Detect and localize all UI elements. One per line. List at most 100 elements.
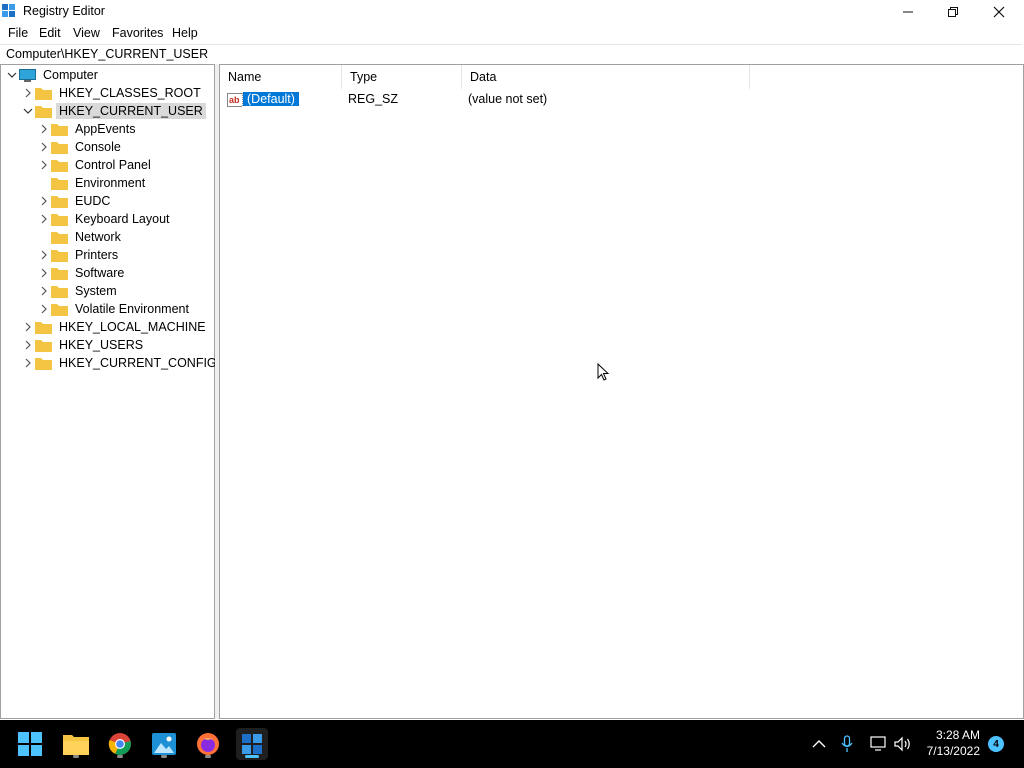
value-type: REG_SZ <box>348 92 399 106</box>
restore-icon <box>948 7 958 17</box>
tree-item-label: HKEY_CURRENT_USER <box>56 103 206 119</box>
value-name[interactable]: (Default) <box>242 91 300 107</box>
tree-connector <box>37 174 51 192</box>
photos-icon <box>152 733 176 755</box>
values-list-pane[interactable]: Name Type Data ab (Default) REG_SZ (valu… <box>219 64 1024 719</box>
chevron-right-icon[interactable] <box>37 300 51 318</box>
start-button[interactable] <box>14 728 46 760</box>
tree-item-label: Control Panel <box>75 158 151 172</box>
folder-icon <box>51 177 68 190</box>
volume-button[interactable] <box>892 720 914 768</box>
tree-item-computer[interactable]: Computer <box>5 66 101 84</box>
tree-item-hkey-users[interactable]: HKEY_USERS <box>21 336 146 354</box>
chevron-down-icon[interactable] <box>5 66 19 84</box>
tree-item-software[interactable]: Software <box>37 264 127 282</box>
chevron-right-icon[interactable] <box>37 210 51 228</box>
menu-bar: File Edit View Favorites Help <box>0 24 1024 44</box>
running-indicator <box>73 755 79 758</box>
tree-item-network[interactable]: Network <box>37 228 124 246</box>
clock[interactable]: 3:28 AM 7/13/2022 <box>927 727 980 759</box>
menu-favorites[interactable]: Favorites <box>112 26 163 40</box>
notification-badge[interactable]: 4 <box>988 736 1004 752</box>
tree-item-hkey-local-machine[interactable]: HKEY_LOCAL_MACHINE <box>21 318 209 336</box>
tree-item-label: Keyboard Layout <box>75 212 170 226</box>
folder-icon <box>51 285 68 298</box>
chevron-right-icon[interactable] <box>21 84 35 102</box>
close-icon <box>993 6 1005 18</box>
folder-icon <box>35 357 52 370</box>
folder-icon <box>51 231 68 244</box>
folder-icon <box>51 195 68 208</box>
running-indicator <box>205 755 211 758</box>
minimize-button[interactable] <box>885 0 931 24</box>
taskbar-chrome[interactable] <box>104 728 136 760</box>
chevron-down-icon[interactable] <box>21 102 35 120</box>
menu-file[interactable]: File <box>8 26 28 40</box>
tree-pane[interactable]: Computer HKEY_CLASSES_ROOT HKEY_CURRENT_… <box>0 64 217 719</box>
address-path[interactable]: Computer\HKEY_CURRENT_USER <box>6 47 208 61</box>
tree-item-hkey-current-user[interactable]: HKEY_CURRENT_USER <box>21 102 206 120</box>
window-title: Registry Editor <box>23 4 105 18</box>
menu-view[interactable]: View <box>73 26 100 40</box>
tree-item-eudc[interactable]: EUDC <box>37 192 113 210</box>
menu-edit[interactable]: Edit <box>39 26 61 40</box>
chevron-right-icon[interactable] <box>21 354 35 372</box>
restore-button[interactable] <box>930 0 976 24</box>
tree-connector <box>37 228 51 246</box>
show-hidden-icons-button[interactable] <box>808 720 830 768</box>
value-data: (value not set) <box>468 92 548 106</box>
tree-item-label: EUDC <box>75 194 111 208</box>
taskbar-file-explorer[interactable] <box>60 728 92 760</box>
active-indicator <box>245 755 259 758</box>
address-bar[interactable]: Computer\HKEY_CURRENT_USER <box>0 44 1022 65</box>
menu-help[interactable]: Help <box>172 26 198 40</box>
tree-item-system[interactable]: System <box>37 282 120 300</box>
title-bar: Registry Editor <box>0 0 1024 24</box>
list-item[interactable]: ab (Default) REG_SZ (value not set) <box>220 91 1020 109</box>
chevron-right-icon[interactable] <box>21 318 35 336</box>
folder-icon <box>35 105 52 118</box>
chevron-right-icon[interactable] <box>37 192 51 210</box>
clock-time: 3:28 AM <box>935 728 980 742</box>
network-button[interactable] <box>868 720 890 768</box>
chevron-right-icon[interactable] <box>37 156 51 174</box>
windows-start-icon <box>18 732 42 756</box>
chevron-right-icon[interactable] <box>37 264 51 282</box>
tree-item-hkey-classes-root[interactable]: HKEY_CLASSES_ROOT <box>21 84 204 102</box>
tree-item-label: Environment <box>75 176 146 190</box>
chevron-right-icon[interactable] <box>21 336 35 354</box>
folder-icon <box>35 321 52 334</box>
tree-item-control-panel[interactable]: Control Panel <box>37 156 154 174</box>
tree-item-label: Volatile Environment <box>75 302 189 316</box>
column-header-data[interactable]: Data <box>462 65 750 89</box>
tree-item-hkey-current-config[interactable]: HKEY_CURRENT_CONFIG <box>21 354 220 372</box>
computer-icon <box>19 68 36 82</box>
folder-icon <box>51 159 68 172</box>
chevron-right-icon[interactable] <box>37 138 51 156</box>
tree-item-keyboard-layout[interactable]: Keyboard Layout <box>37 210 173 228</box>
tree-item-appevents[interactable]: AppEvents <box>37 120 138 138</box>
chevron-right-icon[interactable] <box>37 120 51 138</box>
clock-date: 7/13/2022 <box>926 744 980 758</box>
chevron-right-icon[interactable] <box>37 282 51 300</box>
string-value-icon: ab <box>227 93 243 107</box>
close-button[interactable] <box>976 0 1022 24</box>
folder-icon <box>51 249 68 262</box>
tree-item-label: Console <box>75 140 121 154</box>
tree-item-console[interactable]: Console <box>37 138 124 156</box>
tree-item-label: Software <box>75 266 125 280</box>
taskbar-firefox[interactable] <box>192 728 224 760</box>
folder-icon <box>51 303 68 316</box>
column-header-name[interactable]: Name <box>220 65 342 89</box>
tree-item-environment[interactable]: Environment <box>37 174 148 192</box>
taskbar-photos[interactable] <box>148 728 180 760</box>
chevron-right-icon[interactable] <box>37 246 51 264</box>
running-indicator <box>117 755 123 758</box>
tree-item-volatile-environment[interactable]: Volatile Environment <box>37 300 192 318</box>
file-explorer-icon <box>63 735 89 755</box>
folder-icon <box>51 141 68 154</box>
column-header-type[interactable]: Type <box>342 65 462 89</box>
tree-item-printers[interactable]: Printers <box>37 246 121 264</box>
microphone-button[interactable] <box>836 720 858 768</box>
taskbar-registry-editor[interactable] <box>236 728 268 760</box>
